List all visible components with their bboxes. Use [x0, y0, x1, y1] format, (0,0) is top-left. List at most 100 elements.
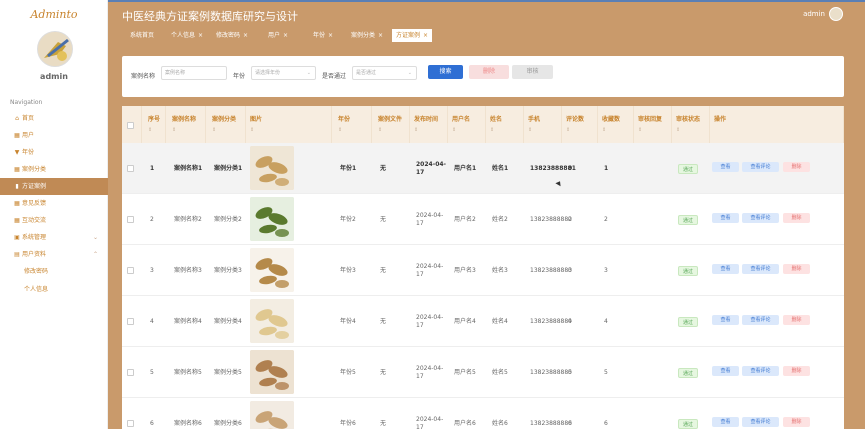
sidebar-item-system[interactable]: ▣ 系统管理 ⌄ — [0, 229, 108, 246]
table-row[interactable]: 4 案例名称4 案例分类4 年份4 无 2024-04-17 用户名4 姓名4 1382388… — [122, 296, 844, 347]
row-checkbox[interactable] — [127, 267, 134, 274]
cup-icon: ▼ — [14, 149, 20, 156]
sidebar-subitem-profile-info[interactable]: 个人信息 — [0, 281, 108, 299]
tab-label: 系统首页 — [130, 32, 155, 39]
tab-label: 年份 — [313, 32, 326, 39]
cell-case-name: 案例名称2 — [174, 215, 202, 223]
case-image[interactable] — [250, 248, 294, 292]
tab-change-password[interactable]: 修改密码 × — [212, 29, 253, 42]
sidebar-item-home[interactable]: ⌂ 首页 — [0, 110, 108, 127]
header-phone[interactable]: 手机 ⇕ — [524, 106, 562, 143]
sidebar-item-profile[interactable]: ▤ 用户资料 ⌃ — [0, 246, 108, 263]
app-logo[interactable]: Adminto — [0, 8, 108, 21]
cell-realname: 姓名6 — [492, 419, 508, 427]
view-button[interactable]: 查看 — [712, 213, 739, 223]
delete-row-button[interactable]: 删除 — [783, 315, 810, 325]
case-image[interactable] — [250, 299, 294, 343]
pass-select[interactable]: 是否通过 ⌄ — [352, 66, 417, 80]
table-row[interactable]: 5 案例名称5 案例分类5 年份5 无 2024-04-17 用户名5 姓名5 1382388… — [122, 347, 844, 398]
delete-row-button[interactable]: 删除 — [783, 213, 810, 223]
close-icon[interactable]: × — [423, 32, 428, 39]
view-button[interactable]: 查看 — [712, 366, 739, 376]
sidebar-item-feedback[interactable]: ▦ 意见反馈 — [0, 195, 108, 212]
page-title: 中医经典方证案例数据库研究与设计 — [122, 10, 298, 23]
sidebar-item-forum[interactable]: ▦ 互动交流 — [0, 212, 108, 229]
delete-button[interactable]: 删除 — [469, 65, 509, 79]
tab-users[interactable]: 用户 × — [264, 29, 293, 42]
delete-row-button[interactable]: 删除 — [783, 264, 810, 274]
view-comments-button[interactable]: 查看评论 — [742, 417, 779, 427]
table-row[interactable]: 1 案例名称1 案例分类1 年份1 无 2024-04-17 用户名1 姓名1 1382388… — [122, 143, 844, 194]
close-icon[interactable]: × — [283, 32, 288, 39]
header-year[interactable]: 年份 ⇕ — [334, 106, 372, 143]
close-icon[interactable]: × — [243, 32, 248, 39]
view-button[interactable]: 查看 — [712, 162, 739, 172]
header-avatar[interactable] — [829, 7, 843, 21]
delete-row-button[interactable]: 删除 — [783, 162, 810, 172]
sidebar-subitem-change-password[interactable]: 修改密码 — [0, 263, 108, 281]
header-image[interactable]: 图片 ⇕ — [246, 106, 332, 143]
case-image[interactable] — [250, 146, 294, 190]
view-button[interactable]: 查看 — [712, 417, 739, 427]
cell-realname: 姓名3 — [492, 266, 508, 274]
case-image[interactable] — [250, 401, 294, 429]
select-all-checkbox[interactable] — [127, 122, 134, 129]
sidebar-nav: ⌂ 首页 ▦ 用户 ▼ 年份 ▦ 案例分类 ▮ 方证案例 ▦ 意见反馈 ▦ 互动交流 ▣ 系统管… — [0, 110, 108, 299]
header-username[interactable]: admin — [803, 10, 825, 18]
header-favorites[interactable]: 收藏数 ⇕ — [598, 106, 634, 143]
header-case-category[interactable]: 案例分类 ⇕ — [208, 106, 246, 143]
tab-case-category[interactable]: 案例分类 × — [347, 29, 388, 42]
header-index[interactable]: 序号 ⇕ — [144, 106, 166, 143]
close-icon[interactable]: × — [328, 32, 333, 39]
tab-profile[interactable]: 个人信息 × — [167, 29, 208, 42]
delete-row-button[interactable]: 删除 — [783, 366, 810, 376]
cell-case-category: 案例分类4 — [214, 317, 242, 325]
case-name-input[interactable]: 案例名称 — [161, 66, 227, 80]
tab-home[interactable]: 系统首页 — [126, 29, 159, 42]
year-select[interactable]: 请选择年份 ⌄ — [251, 66, 316, 80]
view-comments-button[interactable]: 查看评论 — [742, 366, 779, 376]
cell-favorites: 4 — [604, 317, 608, 325]
table-row[interactable]: 3 案例名称3 案例分类3 年份3 无 2024-04-17 用户名3 姓名3 1382388… — [122, 245, 844, 296]
table-row[interactable]: 6 案例名称6 案例分类6 年份6 无 2024-04-17 用户名6 姓名6 1382388… — [122, 398, 844, 429]
header-username[interactable]: 用户名 ⇕ — [448, 106, 486, 143]
search-button[interactable]: 搜索 — [428, 65, 463, 79]
status-badge: 通过 — [678, 418, 699, 429]
view-button[interactable]: 查看 — [712, 315, 739, 325]
sidebar-item-case-category[interactable]: ▦ 案例分类 — [0, 161, 108, 178]
sidebar-item-year[interactable]: ▼ 年份 — [0, 144, 108, 161]
view-comments-button[interactable]: 查看评论 — [742, 162, 779, 172]
case-image[interactable] — [250, 350, 294, 394]
close-icon[interactable]: × — [378, 32, 383, 39]
row-checkbox[interactable] — [127, 369, 134, 376]
view-comments-button[interactable]: 查看评论 — [742, 213, 779, 223]
row-checkbox[interactable] — [127, 216, 134, 223]
tab-cases[interactable]: 方证案例 × — [392, 29, 433, 42]
cell-case-file: 无 — [380, 215, 387, 223]
header-case-file[interactable]: 案例文件 ⇕ — [374, 106, 410, 143]
row-checkbox[interactable] — [127, 165, 134, 172]
view-button[interactable]: 查看 — [712, 264, 739, 274]
view-comments-button[interactable]: 查看评论 — [742, 315, 779, 325]
cell-publish-date: 2024-04-17 — [416, 415, 444, 429]
header-comments[interactable]: 评论数 ⇕ — [562, 106, 598, 143]
view-comments-button[interactable]: 查看评论 — [742, 264, 779, 274]
header-publish-date[interactable]: 发布时间 ⇕ — [410, 106, 448, 143]
header-review-reply[interactable]: 审核回复 ⇕ — [634, 106, 672, 143]
header-case-name[interactable]: 案例名称 ⇕ — [168, 106, 206, 143]
row-checkbox[interactable] — [127, 420, 134, 427]
delete-row-button[interactable]: 删除 — [783, 417, 810, 427]
header-realname[interactable]: 姓名 ⇕ — [486, 106, 524, 143]
avatar[interactable] — [37, 31, 73, 67]
tab-year[interactable]: 年份 × — [309, 29, 338, 42]
row-checkbox[interactable] — [127, 318, 134, 325]
case-image[interactable] — [250, 197, 294, 241]
cell-case-file: 无 — [380, 164, 387, 172]
review-button[interactable]: 审核 — [512, 65, 553, 79]
header-review-status[interactable]: 审核状态 ⇕ — [672, 106, 710, 143]
sidebar-item-cases[interactable]: ▮ 方证案例 — [0, 178, 108, 195]
close-icon[interactable]: × — [198, 32, 203, 39]
table-row[interactable]: 2 案例名称2 案例分类2 年份2 无 2024-04-17 用户名2 姓名2 1382388… — [122, 194, 844, 245]
sidebar-item-users[interactable]: ▦ 用户 — [0, 127, 108, 144]
cell-case-file: 无 — [380, 317, 387, 325]
